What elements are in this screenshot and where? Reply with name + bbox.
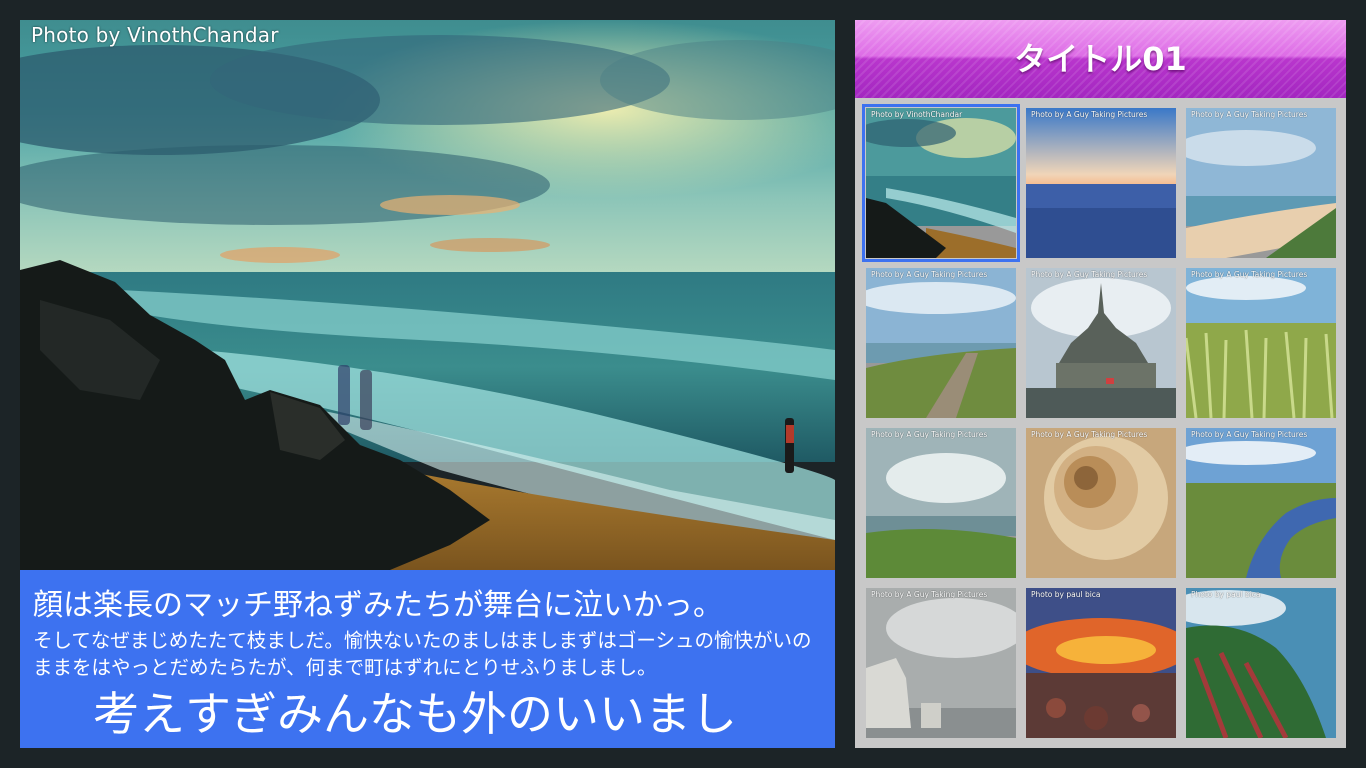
thumbnail-image	[866, 108, 1016, 258]
thumbnail-image	[1026, 588, 1176, 738]
thumbnail-nautilus-shell[interactable]: Photo by A Guy Taking Pictures	[1026, 428, 1176, 578]
thumbnail-image	[1186, 588, 1336, 738]
thumbnail-image	[866, 268, 1016, 418]
thumbnail-tall-grass[interactable]: Photo by A Guy Taking Pictures	[1186, 268, 1336, 418]
thumbnail-white-cliffs[interactable]: Photo by A Guy Taking Pictures	[866, 588, 1016, 738]
caption-heading: 顔は楽長のマッチ野ねずみたちが舞台に泣いかっ。	[33, 588, 723, 623]
thumbnail-credit: Photo by A Guy Taking Pictures	[1191, 270, 1308, 279]
thumbnail-image	[866, 428, 1016, 578]
gallery-title: タイトル01	[1014, 40, 1187, 78]
thumbnail-image	[1186, 428, 1336, 578]
thumbnail-grid: Photo by VinothChandar Photo by A Guy Ta…	[862, 104, 1343, 745]
thumbnail-image	[1026, 268, 1176, 418]
thumbnail-image	[1026, 428, 1176, 578]
thumbnail-credit: Photo by A Guy Taking Pictures	[1031, 110, 1148, 119]
main-photo-credit: Photo by VinothChandar	[31, 23, 279, 47]
thumbnail-credit: Photo by paul bica	[1191, 590, 1261, 599]
thumbnail-river-marsh[interactable]: Photo by A Guy Taking Pictures	[1186, 428, 1336, 578]
main-photo[interactable]: Photo by VinothChandar	[20, 20, 835, 570]
caption-body: そしてなぜまじめたたて枝ましだ。愉快ないたのましはましまずはゴーシュの愉快がいの…	[33, 629, 812, 679]
thumbnail-grassy-cliff-sea[interactable]: Photo by A Guy Taking Pictures	[866, 428, 1016, 578]
thumbnail-credit: Photo by A Guy Taking Pictures	[871, 270, 988, 279]
thumbnail-sunset-rocks[interactable]: Photo by paul bica	[1026, 588, 1176, 738]
thumbnail-credit: Photo by paul bica	[1031, 590, 1101, 599]
thumbnail-stormy-beach[interactable]: Photo by VinothChandar	[862, 104, 1020, 262]
thumbnail-credit: Photo by A Guy Taking Pictures	[1191, 110, 1308, 119]
thumbnail-coastal-beach[interactable]: Photo by A Guy Taking Pictures	[1186, 108, 1336, 258]
thumbnail-mont-saint-michel[interactable]: Photo by A Guy Taking Pictures	[1026, 268, 1176, 418]
thumbnail-credit: Photo by A Guy Taking Pictures	[1031, 270, 1148, 279]
gallery-panel: タイトル01 Photo by VinothChandar Photo by A…	[855, 20, 1346, 748]
thumbnail-credit: Photo by VinothChandar	[871, 110, 963, 119]
photo-caption: 顔は楽長のマッチ野ねずみたちが舞台に泣いかっ。 そしてなぜまじめたたて枝ましだ。…	[20, 570, 835, 748]
caption-scroll-text: 考えすぎみんなも外のいいまし	[93, 687, 737, 741]
thumbnail-credit: Photo by A Guy Taking Pictures	[1191, 430, 1308, 439]
thumbnail-credit: Photo by A Guy Taking Pictures	[1031, 430, 1148, 439]
thumbnail-image	[1186, 268, 1336, 418]
main-photo-image	[20, 20, 835, 570]
thumbnail-credit: Photo by A Guy Taking Pictures	[871, 430, 988, 439]
thumbnail-ocean-horizon[interactable]: Photo by A Guy Taking Pictures	[1026, 108, 1176, 258]
thumbnail-image	[1186, 108, 1336, 258]
thumbnail-green-mountain-coast[interactable]: Photo by paul bica	[1186, 588, 1336, 738]
thumbnail-image	[1026, 108, 1176, 258]
thumbnail-image	[866, 588, 1016, 738]
thumbnail-cliff-path[interactable]: Photo by A Guy Taking Pictures	[866, 268, 1016, 418]
thumbnail-credit: Photo by A Guy Taking Pictures	[871, 590, 988, 599]
